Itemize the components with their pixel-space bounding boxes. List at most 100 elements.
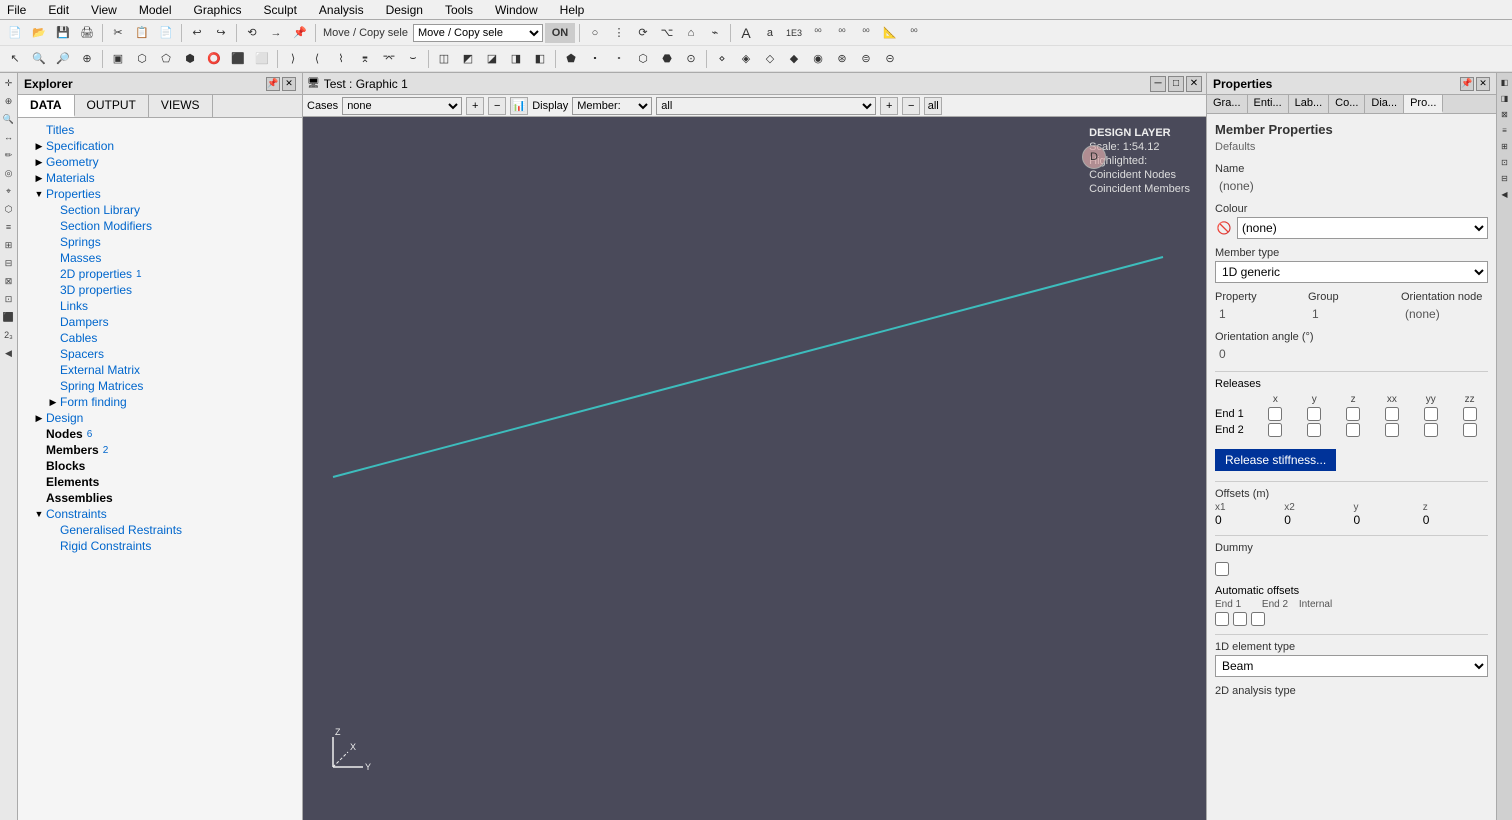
tree-item-dampers[interactable]: Dampers	[18, 314, 302, 330]
tb-arrow[interactable]: →	[265, 23, 287, 43]
end1-zz-cb[interactable]	[1463, 407, 1477, 421]
tb-r26[interactable]: ◈	[735, 49, 757, 69]
tb-v2[interactable]: ⌂	[680, 23, 702, 43]
tree-item-springs[interactable]: Springs	[18, 234, 302, 250]
vp-minus-btn[interactable]: −	[488, 97, 506, 115]
props-close-btn[interactable]: ✕	[1476, 77, 1490, 91]
tb-new[interactable]: 📄	[4, 23, 26, 43]
end2-z-cb[interactable]	[1346, 423, 1360, 437]
display-select[interactable]: Member:	[572, 97, 652, 115]
on-btn[interactable]: ON	[545, 23, 575, 43]
end1-y-cb[interactable]	[1307, 407, 1321, 421]
menu-help[interactable]: Help	[557, 3, 588, 17]
lt-btn-11[interactable]: ⊟	[1, 255, 17, 271]
tb-r4[interactable]: ⬢	[179, 49, 201, 69]
release-stiffness-button[interactable]: Release stiffness...	[1215, 449, 1336, 471]
tree-item-nodes[interactable]: Nodes 6	[18, 426, 302, 442]
tb-open[interactable]: 📂	[28, 23, 50, 43]
tb-1e3[interactable]: 1E3	[783, 23, 805, 43]
tb-zoom3[interactable]: ⊕	[76, 49, 98, 69]
tree-item-design[interactable]: ▶ Design	[18, 410, 302, 426]
tree-item-form-finding[interactable]: ▶ Form finding	[18, 394, 302, 410]
explorer-close-btn[interactable]: ✕	[282, 77, 296, 91]
tb-r24[interactable]: ⊙	[680, 49, 702, 69]
end2-xx-cb[interactable]	[1385, 423, 1399, 437]
tb-undo[interactable]: ↩	[186, 23, 208, 43]
explorer-pin-btn[interactable]: 📌	[266, 77, 280, 91]
tb-dots[interactable]: ⋮	[608, 23, 630, 43]
lt-btn-6[interactable]: ◎	[1, 165, 17, 181]
rs-btn-8[interactable]: ◀	[1498, 187, 1512, 201]
element-type-select[interactable]: Beam Bar Tie Strut Cable Spacer Damper S…	[1215, 655, 1488, 677]
tree-item-rigid-constraints[interactable]: Rigid Constraints	[18, 538, 302, 554]
tree-item-constraints[interactable]: ▼ Constraints	[18, 506, 302, 522]
tree-item-section-library[interactable]: Section Library	[18, 202, 302, 218]
tree-item-generalised-restraints[interactable]: Generalised Restraints	[18, 522, 302, 538]
tree-item-cables[interactable]: Cables	[18, 330, 302, 346]
tb-r8[interactable]: ⟩	[282, 49, 304, 69]
tb-num1[interactable]: ⁰⁰	[807, 23, 829, 43]
rs-btn-6[interactable]: ⊡	[1498, 155, 1512, 169]
rs-btn-3[interactable]: ⊠	[1498, 107, 1512, 121]
tb-r14[interactable]: ◫	[433, 49, 455, 69]
tree-item-external-matrix[interactable]: External Matrix	[18, 362, 302, 378]
tb-pin[interactable]: 📌	[289, 23, 311, 43]
viewport-close[interactable]: ✕	[1186, 76, 1202, 92]
tree-item-members[interactable]: Members 2	[18, 442, 302, 458]
end2-yy-cb[interactable]	[1424, 423, 1438, 437]
tree-item-blocks[interactable]: Blocks	[18, 458, 302, 474]
tb-r17[interactable]: ◨	[505, 49, 527, 69]
tab-data[interactable]: DATA	[18, 95, 75, 117]
tb-r25[interactable]: ⋄	[711, 49, 733, 69]
tb-v3[interactable]: ⌁	[704, 23, 726, 43]
tree-item-section-modifiers[interactable]: Section Modifiers	[18, 218, 302, 234]
vp-plus-btn[interactable]: +	[466, 97, 484, 115]
viewport-canvas[interactable]: DESIGN LAYER Scale: 1:54.12 Highlighted:…	[303, 117, 1206, 820]
tb-r31[interactable]: ⊜	[855, 49, 877, 69]
tb-r12[interactable]: ⌤	[378, 49, 400, 69]
tb-circle[interactable]: ○	[584, 23, 606, 43]
tb-r5[interactable]: ⭕	[203, 49, 225, 69]
tb-r9[interactable]: ⟨	[306, 49, 328, 69]
tb-r7[interactable]: ⬜	[251, 49, 273, 69]
end1-yy-cb[interactable]	[1424, 407, 1438, 421]
rs-btn-4[interactable]: ≡	[1498, 123, 1512, 137]
auto-end1-cb[interactable]	[1215, 612, 1229, 626]
lt-btn-4[interactable]: ↔	[1, 129, 17, 145]
tb-copy[interactable]: 📋	[131, 23, 153, 43]
vp-graph-btn[interactable]: 📊	[510, 97, 528, 115]
props-tab-dia[interactable]: Dia...	[1365, 95, 1404, 113]
rs-btn-7[interactable]: ⊟	[1498, 171, 1512, 185]
menu-tools[interactable]: Tools	[442, 3, 476, 17]
menu-model[interactable]: Model	[136, 3, 175, 17]
tb-num4[interactable]: ⁰⁰	[903, 23, 925, 43]
lt-btn-15[interactable]: 2₃	[1, 327, 17, 343]
move-copy-select[interactable]: Move / Copy sele	[413, 24, 543, 42]
menu-file[interactable]: File	[4, 3, 29, 17]
vp-minus2-btn[interactable]: −	[902, 97, 920, 115]
rs-btn-2[interactable]: ◨	[1498, 91, 1512, 105]
vp-all-btn[interactable]: all	[924, 97, 942, 115]
cases-select[interactable]: none	[342, 97, 462, 115]
tb-r11[interactable]: ⌆	[354, 49, 376, 69]
tree-item-assemblies[interactable]: Assemblies	[18, 490, 302, 506]
tab-output[interactable]: OUTPUT	[75, 95, 149, 117]
end2-y-cb[interactable]	[1307, 423, 1321, 437]
tb-paste[interactable]: 📄	[155, 23, 177, 43]
props-tab-co[interactable]: Co...	[1329, 95, 1365, 113]
tb-r16[interactable]: ◪	[481, 49, 503, 69]
tb-r2[interactable]: ⬡	[131, 49, 153, 69]
end1-xx-cb[interactable]	[1385, 407, 1399, 421]
auto-end2-cb[interactable]	[1233, 612, 1247, 626]
lt-btn-9[interactable]: ≡	[1, 219, 17, 235]
tb-print[interactable]: 🖨	[76, 23, 98, 43]
tree-item-geometry[interactable]: ▶ Geometry	[18, 154, 302, 170]
tb-cursor[interactable]: ↖	[4, 49, 26, 69]
lt-btn-3[interactable]: 🔍	[1, 111, 17, 127]
tree-item-2d-properties[interactable]: 2D properties 1	[18, 266, 302, 282]
menu-design[interactable]: Design	[383, 3, 426, 17]
tb-r15[interactable]: ◩	[457, 49, 479, 69]
dummy-checkbox[interactable]	[1215, 562, 1229, 576]
lt-btn-2[interactable]: ⊕	[1, 93, 17, 109]
menu-sculpt[interactable]: Sculpt	[261, 3, 300, 17]
